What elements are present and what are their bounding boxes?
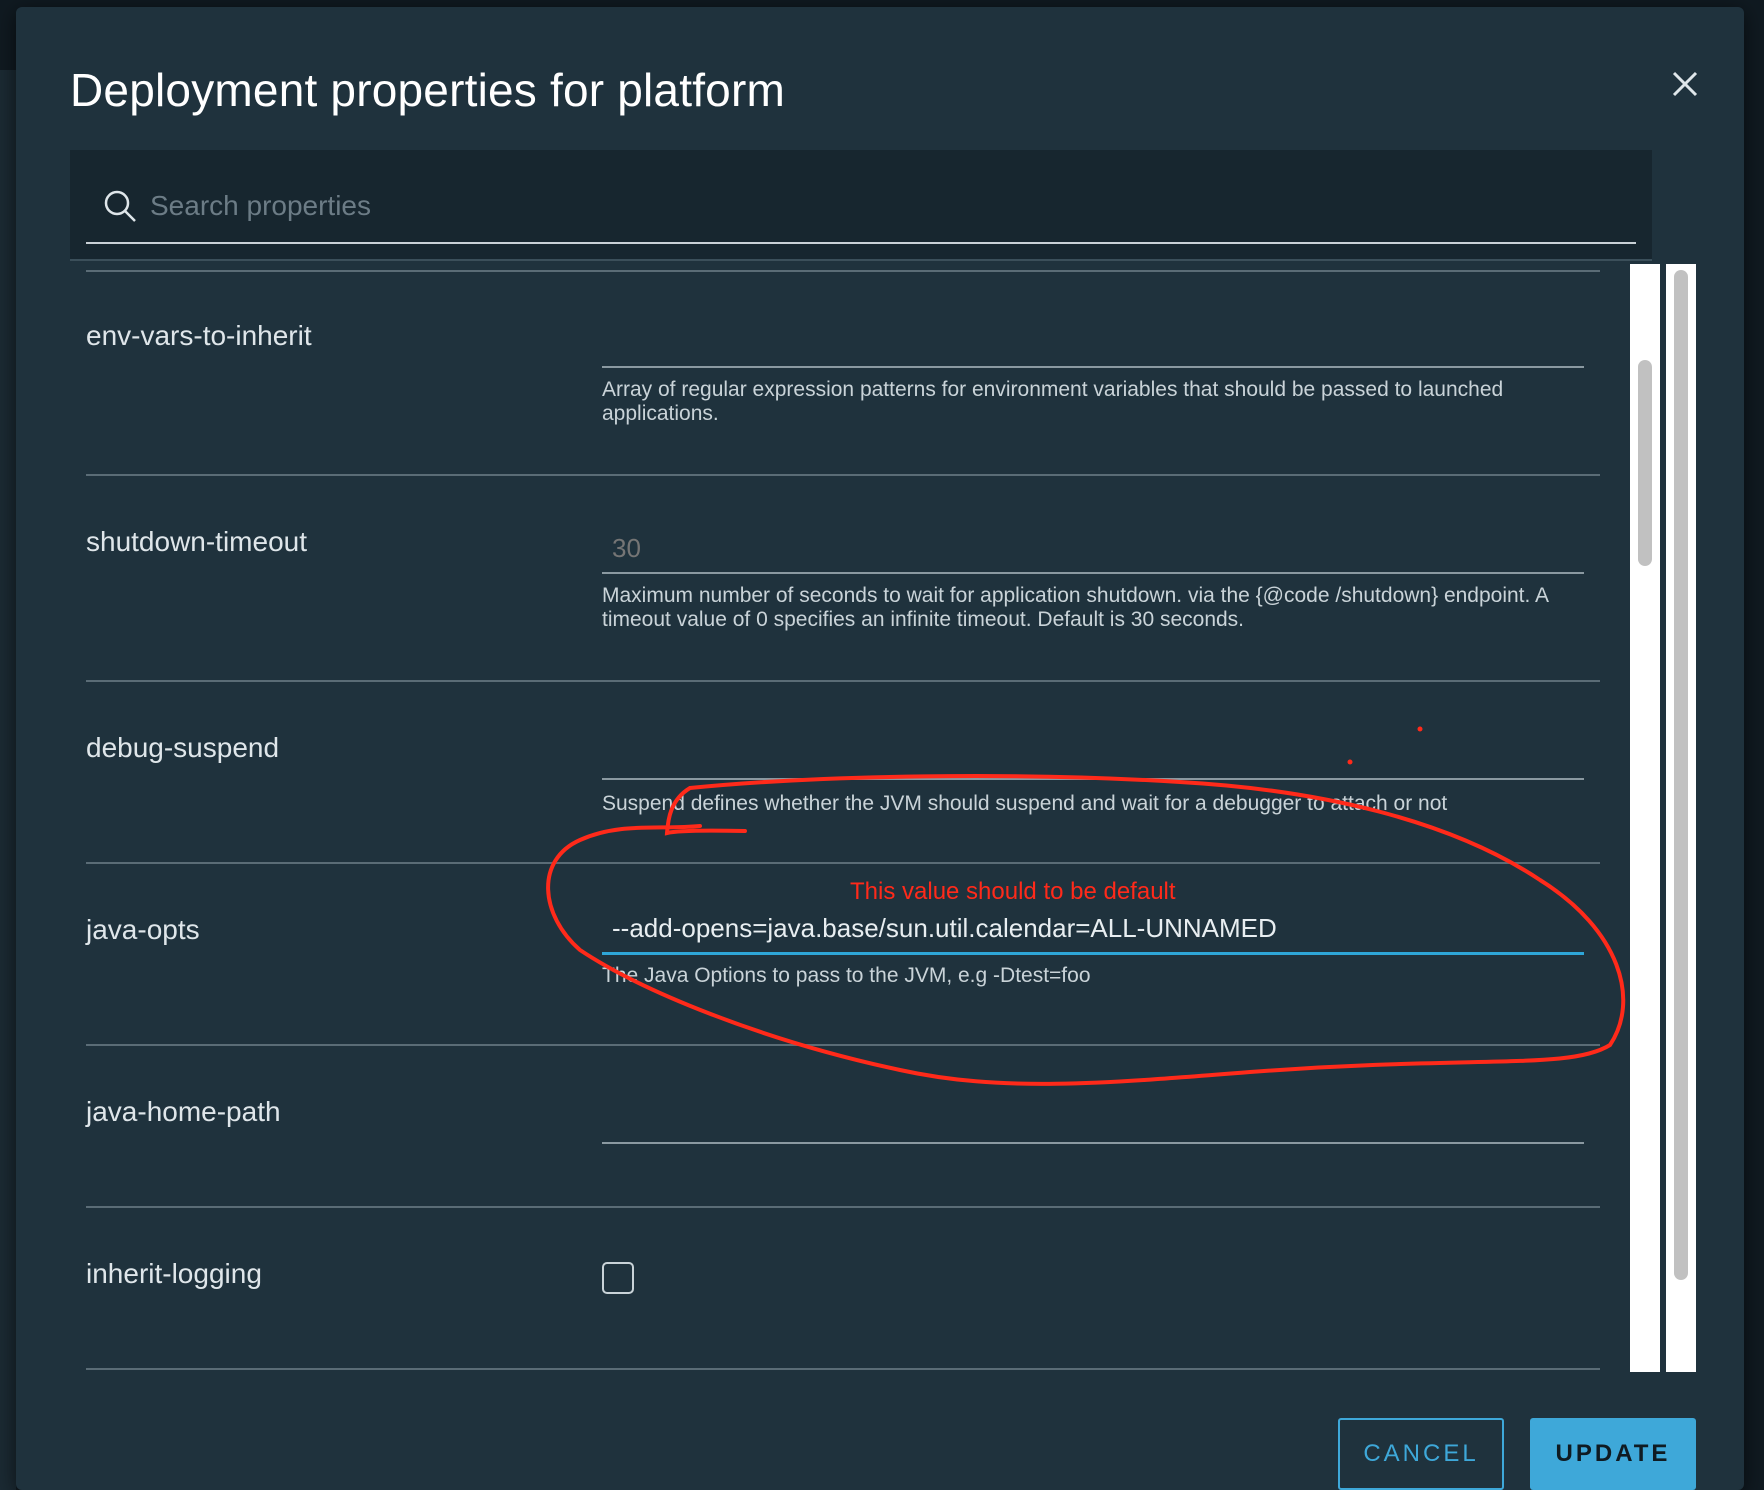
- field-underline: [602, 778, 1584, 780]
- property-description: The Java Options to pass to the JVM, e.g…: [602, 964, 1091, 987]
- row-divider: [86, 1206, 1600, 1208]
- update-button[interactable]: UPDATE: [1530, 1418, 1696, 1490]
- close-button[interactable]: [1664, 63, 1704, 103]
- env-vars-to-inherit-input[interactable]: [602, 322, 1584, 366]
- cancel-button[interactable]: CANCEL: [1338, 1418, 1504, 1490]
- row-divider: [86, 270, 1600, 272]
- search-divider: [70, 259, 1652, 261]
- java-opts-input[interactable]: [602, 906, 1584, 950]
- row-divider: [86, 680, 1600, 682]
- property-label: inherit-logging: [86, 1258, 262, 1289]
- property-label: shutdown-timeout: [86, 526, 308, 557]
- debug-suspend-input[interactable]: [602, 732, 1584, 776]
- property-label: java-home-path: [86, 1096, 281, 1127]
- property-description: Maximum number of seconds to wait for ap…: [602, 584, 1548, 631]
- shutdown-timeout-input[interactable]: [602, 526, 1584, 570]
- dialog-title: Deployment properties for platform: [70, 64, 785, 116]
- background-panel-edge: [0, 70, 16, 1490]
- field-underline: [602, 572, 1584, 574]
- property-label: env-vars-to-inherit: [86, 320, 312, 351]
- field-underline: [602, 366, 1584, 368]
- java-home-path-input[interactable]: [602, 1096, 1584, 1140]
- annotation-note: This value should to be default: [850, 878, 1176, 905]
- search-underline: [86, 242, 1636, 244]
- property-description: Suspend defines whether the JVM should s…: [602, 792, 1448, 815]
- properties-list: env-vars-to-inherit Array of regular exp…: [86, 262, 1600, 1372]
- inherit-logging-checkbox[interactable]: [602, 1262, 634, 1294]
- property-label: java-opts: [86, 914, 200, 945]
- field-underline-active: [602, 952, 1584, 955]
- search-icon: [104, 190, 136, 222]
- field-underline: [602, 1142, 1584, 1144]
- search-input[interactable]: [150, 180, 1610, 232]
- search-bar: [70, 150, 1652, 261]
- property-label: debug-suspend: [86, 732, 280, 763]
- outer-scrollbar-thumb[interactable]: [1674, 270, 1688, 1280]
- close-icon: [1672, 71, 1698, 97]
- row-divider: [86, 1368, 1600, 1370]
- row-divider: [86, 1044, 1600, 1046]
- row-divider: [86, 474, 1600, 476]
- inner-scrollbar-thumb[interactable]: [1638, 360, 1652, 566]
- row-divider: [86, 862, 1600, 864]
- property-description: Array of regular expression patterns for…: [602, 378, 1504, 425]
